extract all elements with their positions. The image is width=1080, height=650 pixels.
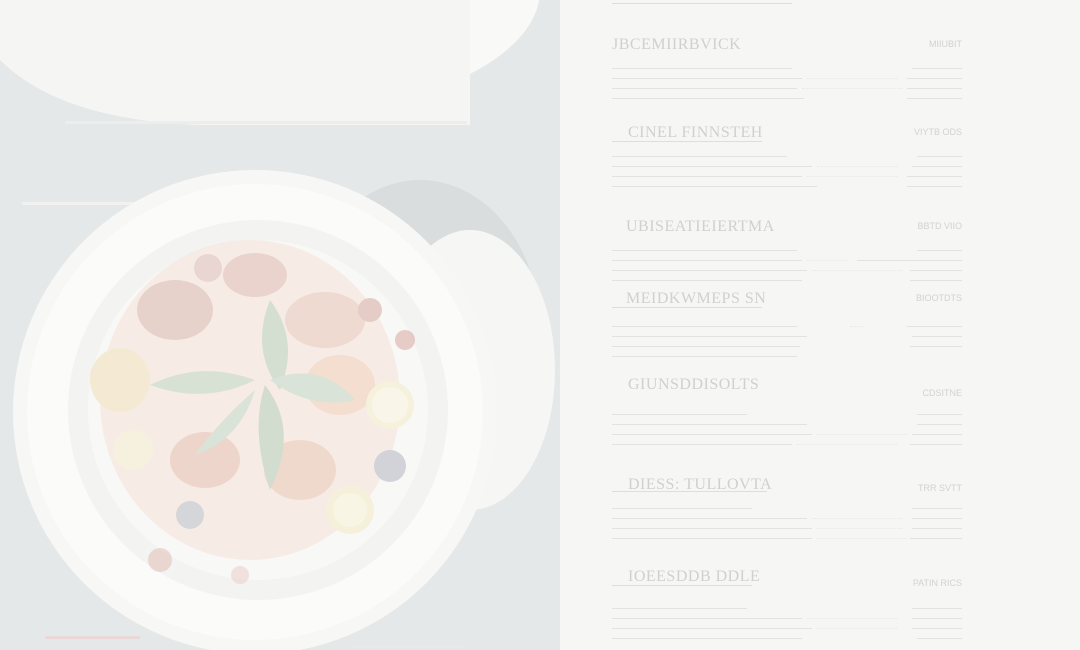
section-price: VIYTB ODS [913,127,962,137]
section-description [612,604,962,644]
section-description [612,246,962,286]
menu-panel: JBCEMIIRBVICK MIIUBIT CINEL FINNSTEH VIY… [612,0,962,650]
section-title: UBISEATIEIERTMA [626,218,775,235]
section-description [612,64,962,104]
section-description [612,410,962,450]
section-price: CDSITNE [922,388,962,398]
plate-artwork [0,0,560,650]
section-description [612,152,962,192]
section-price: BIOOTDTS [915,293,962,303]
section-title: JBCEMIIRBVICK [612,36,742,53]
section-price: PATIN RICS [912,578,962,588]
top-rule [612,3,792,4]
section-title: CINEL FINNSTEH [628,124,763,141]
section-description [612,322,962,362]
section-price: MIIUBIT [929,39,962,49]
food-illustration [0,0,560,650]
section-title: IOEESDDB DDLE [628,568,761,585]
section-description [612,504,962,544]
section-title: MEIDKWMEPS SN [626,290,767,307]
section-price: BBTD VIIO [917,221,962,231]
section-price: TRR SVTT [918,483,962,493]
section-title: GIUNSDDISOLTS [628,376,760,393]
